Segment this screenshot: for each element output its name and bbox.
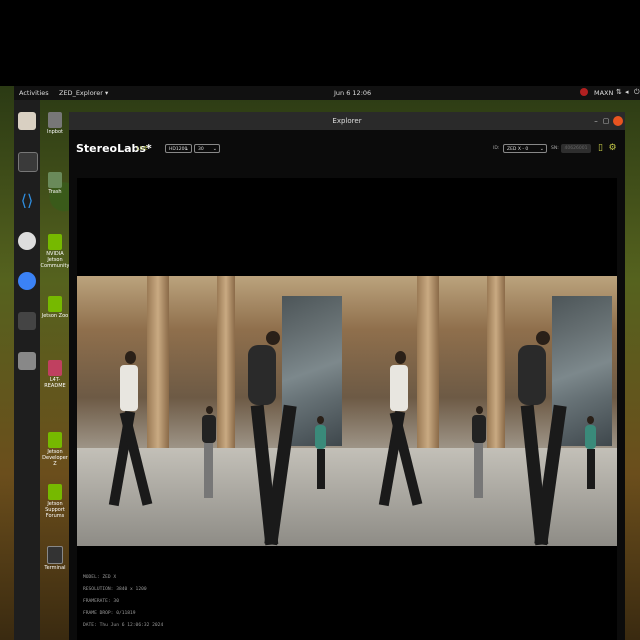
trash-icon: [48, 172, 62, 188]
info-frame-drop: FRAME DROP: 0/11819: [83, 611, 136, 616]
maximize-icon[interactable]: ▢: [602, 117, 610, 125]
network-icon[interactable]: ⇅: [616, 88, 623, 96]
terminal-icon[interactable]: [18, 152, 38, 172]
nvidia-link-icon: [48, 432, 62, 448]
chevron-down-icon: ⌄: [539, 146, 544, 152]
desktop-item[interactable]: Jetson Support Forums: [40, 484, 70, 519]
window-titlebar[interactable]: Explorer – ▢: [69, 112, 625, 130]
desktop-item[interactable]: NVIDIA Jetson Community: [40, 234, 70, 269]
camera-info-panel: MODEL: ZED X RESOLUTION: 3840 x 1200 FRA…: [83, 572, 163, 632]
sn-label: SN:: [551, 146, 559, 151]
terminal-icon: [47, 546, 63, 564]
minimize-icon[interactable]: –: [592, 117, 600, 125]
desktop-item[interactable]: Trash: [40, 172, 70, 195]
info-resolution: RESOLUTION: 3840 x 1200: [83, 587, 147, 592]
desktop-item[interactable]: Terminal: [40, 546, 70, 571]
disk-icon[interactable]: [18, 352, 36, 370]
chevron-down-icon: ⌄: [212, 146, 217, 152]
desktop-item[interactable]: Inpbot: [40, 112, 70, 135]
settings-gear-icon[interactable]: ⚙: [608, 143, 617, 154]
clock[interactable]: Jun 6 12:06: [334, 89, 371, 97]
zed-explorer-icon[interactable]: [18, 312, 36, 330]
app-menu[interactable]: ZED_Explorer ▾: [59, 89, 108, 97]
serial-number-field: 40626001: [561, 144, 591, 153]
volume-icon[interactable]: ◂: [625, 88, 632, 96]
activities-button[interactable]: Activities: [19, 89, 49, 97]
files-icon[interactable]: [18, 112, 36, 130]
nvidia-link-icon: [48, 484, 62, 500]
power-mode-label[interactable]: MAXN: [594, 89, 613, 97]
fps-select[interactable]: 30 ⌄: [194, 144, 220, 153]
record-icon[interactable]: ▯: [596, 143, 605, 154]
chevron-down-icon: ⌄: [184, 146, 189, 152]
desktop-item[interactable]: Jetson Zoo: [40, 296, 70, 319]
chromium-icon[interactable]: [18, 272, 36, 290]
vscode-icon[interactable]: ⟨⟩: [18, 192, 36, 210]
info-framerate: FRAMERATE: 30: [83, 599, 119, 604]
folder-icon: [48, 360, 62, 376]
desktop-item[interactable]: Jetson Developer Z: [40, 432, 70, 467]
power-icon[interactable]: ⏻: [634, 88, 640, 96]
dock: ⟨⟩: [14, 100, 40, 640]
video-view: MODEL: ZED X RESOLUTION: 3840 x 1200 FRA…: [77, 178, 617, 640]
pillar: [217, 276, 235, 448]
explorer-window: Explorer – ▢ StereoLabs* LIVE HD1200 ⌄ 30…: [69, 112, 625, 640]
top-bar: Activities ZED_Explorer ▾ Jun 6 12:06 MA…: [14, 86, 640, 100]
home-folder-icon: [48, 112, 62, 128]
resolution-select[interactable]: HD1200 ⌄: [165, 144, 192, 153]
desktop-item[interactable]: L4T-README: [40, 360, 70, 389]
left-camera-frame: [77, 276, 347, 546]
nvidia-link-icon: [48, 296, 62, 312]
pillar: [147, 276, 169, 448]
nvidia-link-icon: [48, 234, 62, 250]
close-button[interactable]: [613, 116, 623, 126]
id-label: ID:: [493, 146, 500, 151]
nvidia-icon[interactable]: [580, 88, 588, 96]
live-indicator: LIVE: [137, 146, 148, 152]
obs-icon[interactable]: [18, 232, 36, 250]
info-model: MODEL: ZED X: [83, 575, 117, 580]
camera-select[interactable]: ZED X - 0 ⌄: [503, 144, 547, 153]
window-title: Explorer: [332, 117, 362, 125]
pillar: [487, 276, 505, 448]
info-date: DATE: Thu Jun 6 12:06:32 2024: [83, 623, 164, 628]
right-camera-frame: [347, 276, 617, 546]
pillar: [417, 276, 439, 448]
toolbar: StereoLabs* LIVE HD1200 ⌄ 30 ⌄ ID: ZED X -…: [69, 130, 625, 176]
